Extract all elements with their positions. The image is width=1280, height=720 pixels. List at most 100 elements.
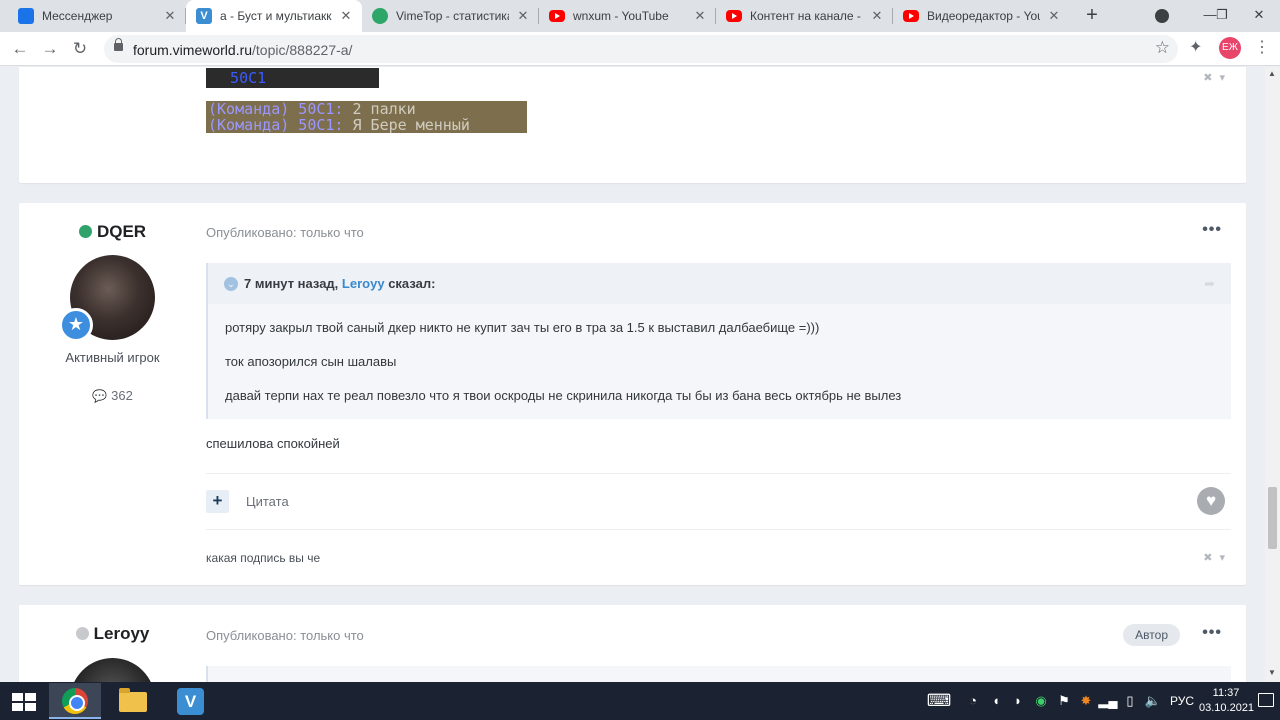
url-host: forum.vimeworld.ru bbox=[133, 42, 253, 58]
author-name[interactable]: DQER bbox=[19, 222, 206, 242]
post-timestamp[interactable]: Опубликовано: только что bbox=[206, 225, 364, 240]
extensions-icon[interactable]: ✦ bbox=[1189, 37, 1202, 57]
bookmark-star-icon[interactable]: ☆ bbox=[1155, 38, 1170, 58]
youtube-icon bbox=[726, 10, 742, 22]
lock-icon bbox=[114, 38, 123, 51]
author-badge: Автор bbox=[1123, 624, 1180, 646]
like-heart-icon[interactable]: ♥ bbox=[1197, 487, 1225, 515]
taskbar-explorer[interactable] bbox=[107, 683, 159, 719]
folder-icon bbox=[119, 688, 147, 712]
windows-start-icon[interactable] bbox=[12, 693, 36, 711]
youtube-icon bbox=[549, 10, 565, 22]
browser-toolbar: ← → ↻ forum.vimeworld.ru/topic/888227-a/… bbox=[0, 32, 1280, 66]
keyboard-icon[interactable]: ⌨ bbox=[924, 682, 954, 720]
vimeworld-icon: V bbox=[196, 8, 212, 24]
tab-vimetop[interactable]: VimeTop - статистика и ✕ bbox=[362, 0, 539, 32]
profile-avatar[interactable]: ЕЖ bbox=[1219, 37, 1241, 59]
author-name[interactable]: Leroyy bbox=[19, 624, 206, 644]
youtube-icon bbox=[903, 10, 919, 22]
clock-time: 11:37 bbox=[1212, 687, 1240, 699]
post-body: спешилова спокойней bbox=[206, 436, 340, 451]
chrome-icon bbox=[62, 688, 88, 714]
close-tab-icon[interactable]: ✕ bbox=[162, 8, 178, 24]
page-scrollbar[interactable]: ▲ ▼ bbox=[1265, 67, 1280, 682]
tab-title: Видеоредактор - YouTu bbox=[927, 9, 1040, 23]
quote-block bbox=[206, 666, 1231, 682]
close-tab-icon[interactable]: ✕ bbox=[1046, 8, 1062, 24]
tab-title: VimeTop - статистика и bbox=[396, 9, 509, 23]
clock-date: 03.10.2021 bbox=[1199, 702, 1255, 714]
close-tab-icon[interactable]: ✕ bbox=[692, 8, 708, 24]
reload-icon[interactable]: ↻ bbox=[68, 37, 92, 61]
mouse-icon[interactable]: ◖ bbox=[986, 682, 1006, 720]
scroll-down-icon[interactable]: ▼ bbox=[1268, 668, 1276, 677]
vimetop-icon bbox=[372, 8, 388, 24]
tab-youtube-editor[interactable]: Видеоредактор - YouTu ✕ bbox=[893, 0, 1070, 32]
notifications-icon[interactable] bbox=[1258, 693, 1274, 707]
tab-title: Мессенджер bbox=[42, 9, 113, 23]
quote-time: 7 минут назад, bbox=[244, 276, 339, 291]
post-card-leroyy: Leroyy Опубликовано: только что Автор ••… bbox=[19, 605, 1246, 682]
post-count: 💬 362 bbox=[19, 388, 206, 403]
quote-said: сказал: bbox=[388, 276, 436, 291]
author-name-text: DQER bbox=[96, 222, 147, 241]
post-timestamp[interactable]: Опубликовано: только что bbox=[206, 628, 364, 643]
mouse-alt-icon[interactable]: ◗ bbox=[1008, 682, 1028, 720]
vimeworld-launcher-icon: V bbox=[177, 688, 204, 715]
quote-button[interactable]: Цитата bbox=[246, 494, 289, 509]
post-moderation-controls[interactable]: ✖ ▾ bbox=[1203, 551, 1227, 564]
online-status-dot bbox=[78, 225, 92, 238]
divider bbox=[206, 529, 1231, 530]
taskbar-vimeworld[interactable]: V bbox=[165, 683, 217, 719]
clock[interactable]: 11:37 03.10.2021 bbox=[1199, 686, 1255, 716]
quote-citation: 7 минут назад, Leroyy сказал: bbox=[244, 276, 435, 291]
tab-title: wnxum - YouTube bbox=[573, 9, 669, 23]
address-bar[interactable]: forum.vimeworld.ru/topic/888227-a/ ☆ bbox=[104, 35, 1178, 63]
quote-share-icon[interactable]: ➦ bbox=[1204, 276, 1215, 292]
member-group: Активный игрок bbox=[65, 350, 160, 365]
battery-icon[interactable]: ▯ bbox=[1120, 682, 1140, 720]
back-icon[interactable]: ← bbox=[8, 37, 32, 61]
scroll-thumb[interactable] bbox=[1268, 487, 1277, 549]
quote-chevron-icon[interactable]: ⌄ bbox=[224, 277, 238, 291]
post-moderation-controls[interactable]: ✖ ▾ bbox=[1203, 71, 1227, 84]
tab-youtube-content[interactable]: Контент на канале - Yo ✕ bbox=[716, 0, 893, 32]
network-signal-icon[interactable]: ▂▄ bbox=[1098, 682, 1118, 720]
messenger-icon bbox=[18, 8, 34, 24]
forward-icon[interactable]: → bbox=[38, 37, 62, 61]
quote-line: ток апозорился сын шалавы bbox=[225, 354, 397, 369]
quote-header: ⌄ 7 минут назад, Leroyy сказал: ➦ bbox=[208, 263, 1231, 304]
status-circle-icon[interactable]: ◉ bbox=[1030, 682, 1052, 720]
close-tab-icon[interactable]: ✕ bbox=[338, 8, 354, 24]
close-tab-icon[interactable]: ✕ bbox=[869, 8, 885, 24]
quote-line: ротяру закрыл твой саный дкер никто не к… bbox=[225, 320, 820, 335]
flag-icon[interactable]: ⚑ bbox=[1054, 682, 1074, 720]
volume-icon[interactable]: 🔈 bbox=[1142, 682, 1164, 720]
tab-search-icon[interactable] bbox=[1155, 9, 1169, 23]
tab-youtube-channel[interactable]: wnxum - YouTube ✕ bbox=[539, 0, 716, 32]
browser-menu-icon[interactable]: ⋮ bbox=[1254, 38, 1270, 58]
tab-messenger[interactable]: Мессенджер ✕ bbox=[8, 0, 186, 32]
language-indicator[interactable]: РУС bbox=[1166, 682, 1198, 720]
window-close-icon[interactable]: ✕ bbox=[1236, 0, 1280, 32]
tab-title: Контент на канале - Yo bbox=[750, 9, 863, 23]
tab-title: a - Буст и мультиаккаунт bbox=[220, 9, 332, 23]
scroll-up-icon[interactable]: ▲ bbox=[1268, 69, 1276, 78]
taskbar-chrome[interactable] bbox=[49, 683, 101, 719]
new-tab-icon[interactable]: + bbox=[1080, 4, 1104, 28]
multiquote-add-button[interactable]: + bbox=[206, 490, 229, 513]
fox-icon[interactable]: ✸ bbox=[1076, 682, 1096, 720]
quote-block: ⌄ 7 минут назад, Leroyy сказал: ➦ ротяру… bbox=[206, 263, 1231, 419]
post-menu-icon[interactable]: ••• bbox=[1202, 221, 1222, 239]
quote-author-link[interactable]: Leroyy bbox=[342, 276, 385, 291]
post-menu-icon[interactable]: ••• bbox=[1202, 624, 1222, 642]
restore-icon[interactable]: ❐ bbox=[1210, 0, 1234, 32]
signature: какая подпись вы че bbox=[206, 551, 321, 565]
avatar[interactable] bbox=[70, 658, 155, 682]
close-tab-icon[interactable]: ✕ bbox=[515, 8, 531, 24]
comment-bubble-icon: 💬 bbox=[92, 389, 108, 403]
tab-vimeworld-topic[interactable]: V a - Буст и мультиаккаунт ✕ bbox=[186, 0, 362, 32]
gpu-icon[interactable]: ◔ bbox=[962, 682, 984, 720]
url-text: forum.vimeworld.ru/topic/888227-a/ bbox=[133, 42, 352, 58]
offline-status-dot bbox=[75, 627, 89, 640]
